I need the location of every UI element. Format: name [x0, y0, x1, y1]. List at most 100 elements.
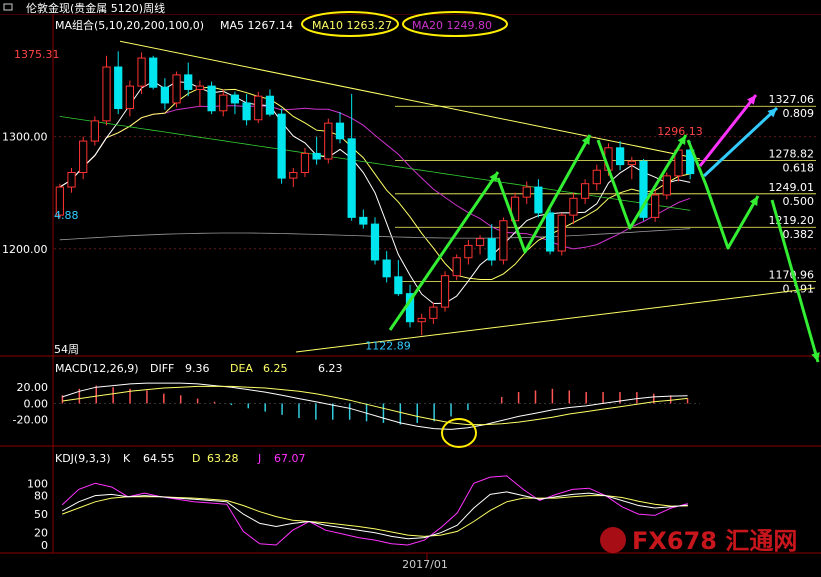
fib-ratio-label: 0.618 — [783, 161, 815, 174]
candle[interactable] — [300, 152, 310, 173]
kdj-d-label: D — [192, 452, 200, 465]
date-axis-label: 2017/01 — [402, 558, 448, 571]
macd-dea-line — [62, 385, 688, 426]
fib-price-label: 1278.82 — [769, 147, 815, 160]
kdj-d-line — [62, 495, 688, 537]
candle[interactable] — [277, 113, 286, 179]
kline-chart[interactable]: 伦敦金现(贵金属 5120)周线 1300.00 1200.00 1327.060.8… — [0, 0, 821, 577]
candle[interactable] — [359, 216, 368, 225]
kdj-y-tick: 0 — [41, 539, 48, 552]
kdj-k-value: 64.55 — [143, 452, 175, 465]
candle[interactable] — [219, 94, 228, 112]
kdj-k-label: K — [123, 452, 131, 465]
kline-chart-window: 伦敦金现(贵金属 5120)周线 1300.00 1200.00 1327.06 0.8… — [0, 0, 821, 577]
candle[interactable] — [522, 186, 531, 198]
kdj-y-tick: 50 — [34, 508, 48, 521]
ma10-value: MA10 1263.27 — [312, 19, 392, 32]
candle[interactable] — [417, 317, 426, 323]
fib-price-label: 1249.01 — [769, 181, 815, 194]
macd-dea-label: DEA — [230, 362, 253, 375]
watermark-text: FX678 汇通网 — [632, 527, 797, 555]
ma-group-label: MA组合(5,10,20,200,100,0) — [55, 18, 204, 32]
kdj-j-line — [61, 475, 688, 546]
candle[interactable] — [429, 306, 438, 319]
ma20-value: MA20 1249.80 — [412, 19, 492, 32]
macd-value: 6.23 — [318, 362, 343, 375]
candle[interactable] — [254, 95, 263, 121]
candle[interactable] — [370, 223, 380, 261]
candle[interactable] — [580, 183, 590, 199]
candle[interactable] — [289, 171, 298, 179]
candle[interactable] — [265, 95, 275, 115]
fib-ratio-label: 0.500 — [783, 195, 815, 208]
candle[interactable] — [312, 152, 321, 160]
low-price-label: 1122.89 — [365, 339, 411, 352]
fib-ratio-label: 0.382 — [783, 228, 815, 241]
kdj-y-tick: 100 — [27, 477, 48, 490]
period-label: 54周 — [54, 343, 79, 356]
fib-ratio-label: 0.809 — [783, 107, 815, 120]
ma100-line — [59, 116, 691, 211]
kdj-y-tick: 80 — [34, 490, 48, 503]
candle[interactable] — [207, 85, 216, 112]
candle[interactable] — [487, 238, 496, 261]
candle[interactable] — [557, 214, 566, 252]
candle[interactable] — [464, 244, 473, 259]
candle[interactable] — [67, 171, 76, 188]
macd-y-tick: 0.00 — [24, 397, 49, 410]
candle[interactable] — [195, 85, 205, 90]
window-title: 伦敦金现(贵金属 5120)周线 — [26, 1, 165, 15]
kdj-j-value: 67.07 — [274, 452, 306, 465]
macd-diff-value: 9.36 — [185, 362, 210, 375]
candle[interactable] — [79, 140, 88, 173]
candle[interactable] — [125, 85, 134, 110]
high-price-label: 1375.31 — [14, 48, 60, 61]
y-tick-label: 1300.00 — [2, 131, 48, 144]
candle[interactable] — [242, 102, 251, 121]
candle[interactable] — [475, 238, 485, 246]
candle[interactable] — [160, 86, 170, 104]
macd-label: MACD(12,26,9) — [55, 362, 139, 375]
kdj-k-line — [61, 491, 688, 540]
candle[interactable] — [627, 160, 636, 166]
candle[interactable] — [347, 138, 356, 218]
candle[interactable] — [149, 57, 158, 88]
candle[interactable] — [335, 122, 345, 140]
candle[interactable] — [90, 120, 99, 142]
candle[interactable] — [534, 186, 543, 214]
trend-line-upper — [119, 40, 701, 160]
candle[interactable] — [184, 74, 193, 90]
ma5-line — [59, 80, 691, 305]
macd-y-tick: 20.00 — [17, 381, 49, 394]
highlight-circle-macd-cross — [441, 418, 477, 448]
candle[interactable] — [662, 175, 671, 196]
candle[interactable] — [499, 220, 508, 261]
candle[interactable] — [616, 147, 625, 166]
y-tick-label: 1200.00 — [2, 243, 48, 256]
candle[interactable] — [545, 212, 555, 252]
candle[interactable] — [592, 169, 601, 185]
kdj-d-value: 63.28 — [207, 452, 239, 465]
peak-price-label: 1296.13 — [657, 125, 703, 138]
candle[interactable] — [172, 74, 181, 104]
candle[interactable] — [137, 57, 146, 87]
candle[interactable] — [382, 259, 391, 278]
ma5-value: MA5 1267.14 — [220, 19, 293, 32]
watermark-logo-icon — [600, 527, 626, 553]
left-value-label: 4.88 — [54, 209, 79, 222]
macd-dea-value: 6.25 — [263, 362, 288, 375]
kdj-j-label: J — [257, 452, 261, 465]
candle[interactable] — [114, 66, 123, 110]
candle[interactable] — [102, 66, 111, 122]
candle[interactable] — [651, 194, 660, 218]
forecast-arrow-cyan — [702, 106, 779, 178]
candle[interactable] — [394, 276, 403, 295]
candle[interactable] — [230, 94, 240, 104]
kdj-label: KDJ(9,3,3) — [55, 452, 111, 465]
candle[interactable] — [440, 275, 450, 308]
candle[interactable] — [569, 197, 578, 216]
candle[interactable] — [452, 257, 461, 277]
macd-y-tick: -20.00 — [13, 414, 48, 427]
candle[interactable] — [324, 122, 333, 160]
fib-price-label: 1327.06 — [769, 93, 815, 106]
